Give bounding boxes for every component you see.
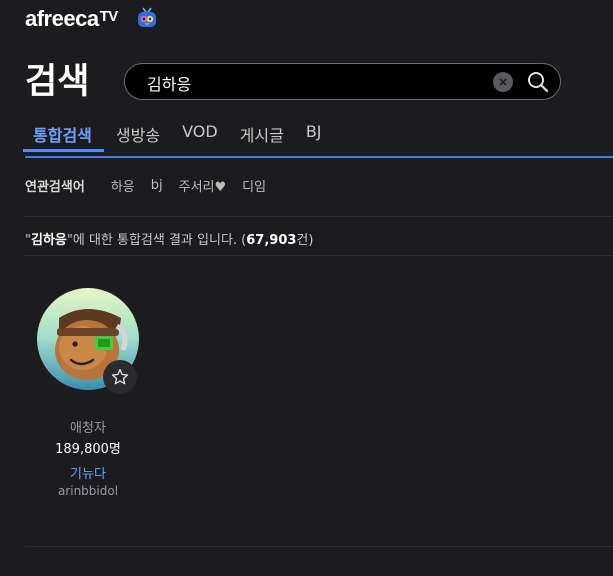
logo-text: afreeca (25, 6, 99, 31)
summary-keyword: 김하응 (30, 233, 67, 248)
viewers-count: 189,800명 (55, 442, 121, 457)
favorite-button[interactable] (103, 360, 137, 394)
bj-id: arinbbidol (57, 484, 119, 498)
section-divider (25, 216, 613, 217)
tab-bj[interactable]: BJ (306, 118, 322, 152)
search-input[interactable] (145, 64, 489, 101)
search-icon (528, 72, 549, 93)
related-keyword[interactable]: 하응 (111, 176, 135, 195)
search-tabs: 통합검색 생방송 VOD 게시글 BJ (23, 118, 344, 156)
bj-name-link[interactable]: 기뉴다 (23, 463, 153, 482)
section-divider (25, 546, 613, 547)
tab-vod[interactable]: VOD (182, 118, 218, 152)
tab-posts[interactable]: 게시글 (240, 118, 284, 152)
star-outline-icon (111, 368, 129, 385)
related-keyword[interactable]: 주서리♥ (179, 176, 227, 195)
page-title: 검색 (25, 62, 90, 102)
related-keywords-label: 연관검색어 (25, 180, 85, 195)
tab-divider (25, 156, 613, 158)
viewers-label: 애청자 (70, 421, 106, 436)
related-keyword[interactable]: bj (151, 178, 163, 193)
summary-tail: 건) (296, 233, 314, 248)
summary-text: "에 대한 통합검색 결과 입니다. ( (66, 233, 247, 248)
tab-integrated-search[interactable]: 통합검색 (23, 118, 104, 152)
afreecatv-logo[interactable]: afreeca TV (25, 6, 118, 32)
clear-search-button[interactable] (493, 72, 513, 92)
related-keyword[interactable]: 디임 (242, 176, 266, 195)
tab-live[interactable]: 생방송 (116, 118, 160, 152)
search-button[interactable] (525, 69, 551, 95)
related-keywords: 연관검색어 하응 bj 주서리♥ 디임 (25, 176, 282, 195)
search-box (124, 63, 561, 101)
result-summary: "김하응"에 대한 통합검색 결과 입니다. (67,903건) (25, 229, 313, 248)
section-divider (25, 255, 613, 256)
summary-count: 67,903 (246, 233, 297, 248)
close-icon (499, 78, 507, 86)
tv-mascot-icon (138, 7, 156, 27)
logo-suffix: TV (99, 8, 119, 25)
